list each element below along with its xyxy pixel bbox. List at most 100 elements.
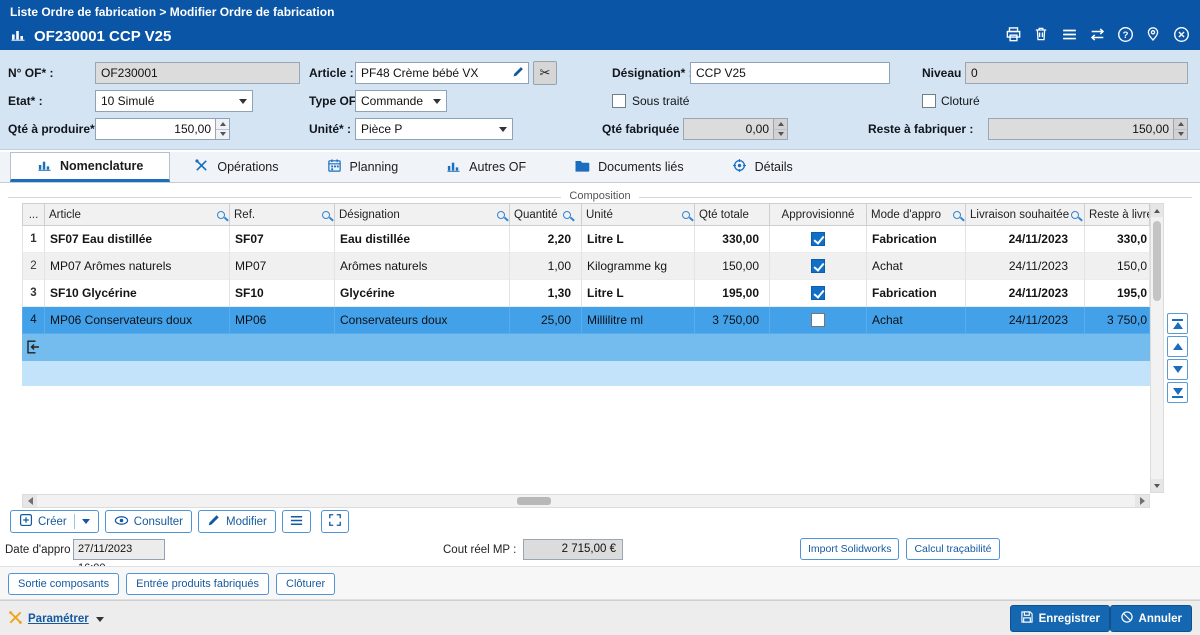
search-icon[interactable] [682, 210, 690, 219]
cell-approvisionne [770, 280, 867, 307]
checkbox-icon[interactable] [811, 259, 825, 273]
column-label: Livraison souhaitée [970, 208, 1070, 221]
checkbox-icon[interactable] [811, 232, 825, 246]
cell-qte-totale: 330,00 [695, 226, 770, 253]
vertical-scrollbar[interactable] [1150, 203, 1164, 493]
column-header-designation[interactable]: Désignation [335, 203, 510, 226]
column-label: Qté totale [699, 208, 749, 221]
parametrer-button[interactable]: Paramétrer [8, 610, 104, 628]
cloture-checkbox[interactable] [922, 94, 936, 108]
scroll-up-button[interactable] [1151, 204, 1163, 217]
search-icon[interactable] [217, 210, 225, 219]
close-icon[interactable] [1172, 25, 1190, 43]
column-header-article[interactable]: Article [45, 203, 230, 226]
help-icon[interactable]: ? [1116, 25, 1134, 43]
spin-up-button[interactable] [216, 119, 229, 129]
niveau-input[interactable] [965, 62, 1188, 84]
create-button[interactable]: Créer [10, 510, 99, 533]
designation-input[interactable] [690, 62, 890, 84]
cell-unite: Litre L [582, 226, 695, 253]
column-header-approvisionne[interactable]: Approvisionné [770, 203, 867, 226]
tab-nomenclature[interactable]: Nomenclature [10, 152, 171, 182]
pin-icon[interactable] [1144, 25, 1162, 43]
qte-fabriquee-label: Qté fabriquée : [602, 122, 687, 136]
type-of-select[interactable]: Commande [355, 90, 447, 112]
breadcrumb[interactable]: Liste Ordre de fabrication > Modifier Or… [10, 5, 334, 19]
tab-documents-lies[interactable]: Documents liés [550, 152, 707, 182]
qte-produire-input[interactable]: 150,00 [95, 118, 230, 140]
move-top-button[interactable] [1167, 313, 1188, 334]
num-of-input[interactable] [95, 62, 300, 84]
date-appro-label: Date d'appro : [5, 544, 77, 556]
spin-down-button[interactable] [774, 128, 787, 139]
article-input[interactable] [355, 62, 529, 84]
search-icon[interactable] [1071, 210, 1080, 219]
table-row[interactable]: 2 MP07 Arômes naturels MP07 Arômes natur… [22, 253, 1150, 280]
table-row[interactable]: 4 MP06 Conservateurs doux MP06 Conservat… [22, 307, 1150, 334]
move-down-button[interactable] [1167, 359, 1188, 380]
spin-down-button[interactable] [216, 128, 229, 139]
scroll-right-button[interactable] [1135, 495, 1149, 507]
qte-fabriquee-input[interactable]: 0,00 [683, 118, 788, 140]
move-up-button[interactable] [1167, 336, 1188, 357]
print-icon[interactable] [1004, 25, 1022, 43]
sortie-composants-button[interactable]: Sortie composants [8, 573, 120, 595]
list-menu-button[interactable] [281, 510, 311, 533]
scroll-left-button[interactable] [23, 495, 37, 507]
entree-produits-button[interactable]: Entrée produits fabriqués [126, 573, 270, 595]
cloturer-button[interactable]: Clôturer [276, 573, 336, 595]
consult-button[interactable]: Consulter [104, 510, 192, 533]
cancel-button[interactable]: Annuler [1109, 605, 1192, 632]
import-solidworks-label: Import Solidworks [808, 543, 892, 555]
spin-up-button[interactable] [1174, 119, 1187, 129]
search-icon[interactable] [953, 210, 961, 219]
table-options-button[interactable]: ... [22, 203, 45, 226]
date-appro-input[interactable]: 27/11/2023 16:00 [73, 539, 165, 574]
cell-unite: Litre L [582, 280, 695, 307]
transfer-icon[interactable] [1088, 25, 1106, 43]
sous-traite-checkbox[interactable] [612, 94, 626, 108]
scrollbar-thumb[interactable] [517, 497, 551, 505]
horizontal-scrollbar[interactable] [22, 494, 1150, 508]
save-button[interactable]: Enregistrer [1009, 605, 1110, 632]
scrollbar-thumb[interactable] [1153, 221, 1161, 301]
checkbox-icon[interactable] [811, 286, 825, 300]
column-header-ref[interactable]: Ref. [230, 203, 335, 226]
cell-qte-totale: 195,00 [695, 280, 770, 307]
chevron-down-icon[interactable] [81, 519, 90, 524]
table-row[interactable]: 1 SF07 Eau distillée SF07 Eau distillée … [22, 226, 1150, 253]
scroll-down-button[interactable] [1151, 479, 1163, 492]
column-header-mode-appro[interactable]: Mode d'appro [867, 203, 966, 226]
unite-select[interactable]: Pièce P [355, 118, 513, 140]
spin-down-button[interactable] [1174, 128, 1187, 139]
move-bottom-button[interactable] [1167, 382, 1188, 403]
calcul-tracabilite-button[interactable]: Calcul traçabilité [906, 538, 1000, 560]
cancel-button-label: Annuler [1138, 612, 1182, 625]
tab-details[interactable]: Détails [708, 152, 817, 182]
column-header-unite[interactable]: Unité [582, 203, 695, 226]
checkbox-icon[interactable] [811, 313, 825, 327]
tab-planning[interactable]: Planning [303, 152, 423, 182]
tab-autres-of[interactable]: Autres OF [422, 152, 550, 182]
scissors-button[interactable]: ✂ [533, 61, 557, 85]
search-icon[interactable] [563, 210, 571, 219]
tab-operations[interactable]: Opérations [170, 152, 302, 182]
column-header-reste[interactable]: Reste à livrer [1085, 203, 1150, 226]
unite-value: Pièce P [361, 122, 403, 136]
column-header-qte-totale[interactable]: Qté totale [695, 203, 770, 226]
trash-icon[interactable] [1032, 25, 1050, 43]
column-header-quantite[interactable]: Quantité [510, 203, 582, 226]
menu-icon[interactable] [1060, 25, 1078, 43]
etat-select[interactable]: 10 Simulé [95, 90, 253, 112]
tools-icon [8, 610, 23, 628]
search-icon[interactable] [322, 210, 330, 219]
table-row[interactable]: 3 SF10 Glycérine SF10 Glycérine 1,30 Lit… [22, 280, 1150, 307]
reste-fabriquer-input[interactable]: 150,00 [988, 118, 1188, 140]
import-solidworks-button[interactable]: Import Solidworks [800, 538, 900, 560]
edit-article-icon[interactable] [512, 65, 525, 81]
expand-button[interactable] [320, 510, 349, 533]
search-icon[interactable] [497, 210, 505, 219]
modify-button[interactable]: Modifier [197, 510, 276, 533]
column-header-livraison[interactable]: Livraison souhaitée [966, 203, 1085, 226]
spin-up-button[interactable] [774, 119, 787, 129]
